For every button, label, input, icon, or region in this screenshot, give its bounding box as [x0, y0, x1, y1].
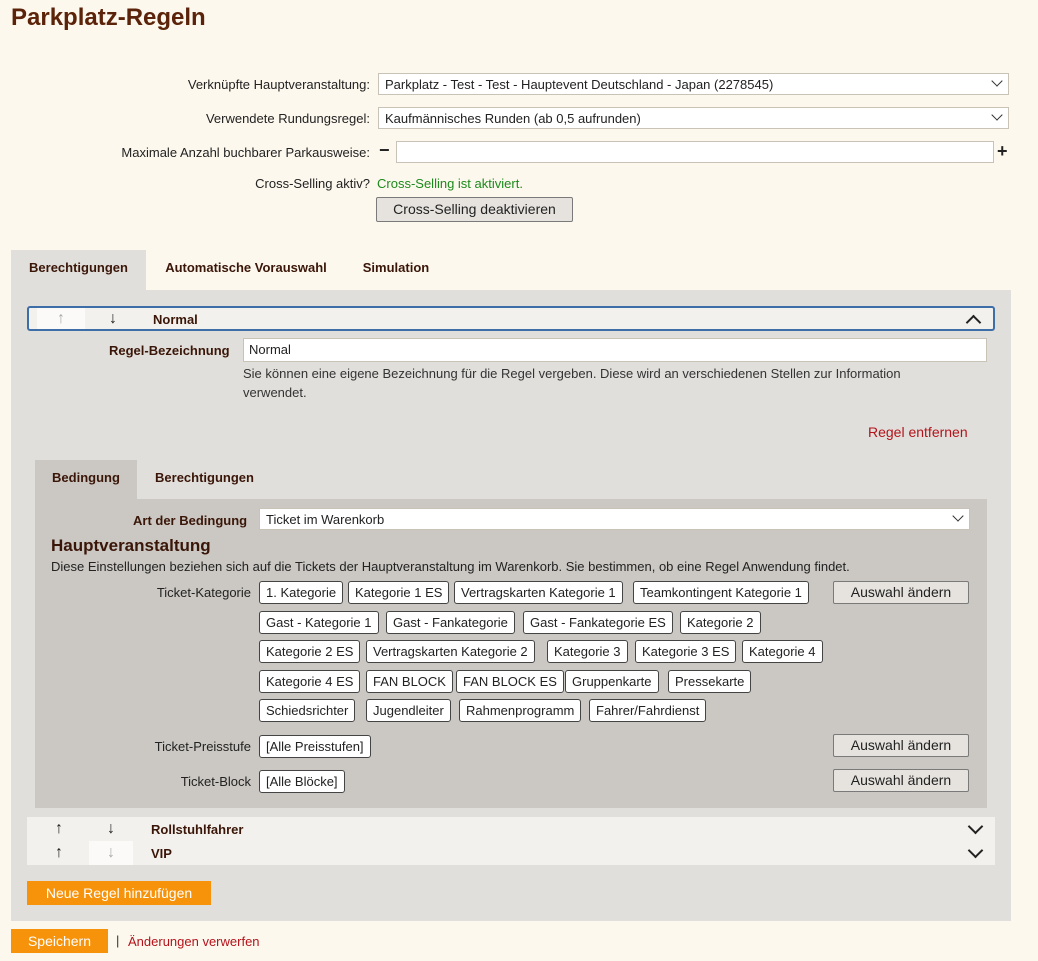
rule-name-input[interactable]: Normal — [243, 338, 987, 362]
category-chip[interactable]: 1. Kategorie — [259, 581, 344, 604]
category-chip[interactable]: Gast - Fankategorie — [386, 611, 515, 634]
category-chip[interactable]: Kategorie 4 ES — [259, 670, 361, 693]
section-description: Diese Einstellungen beziehen sich auf di… — [51, 559, 850, 574]
category-chip[interactable]: FAN BLOCK — [366, 670, 453, 693]
arrow-down-icon: ↓ — [89, 841, 133, 865]
rule-header-rollstuhlfahrer[interactable]: ↑ ↓ Rollstuhlfahrer — [27, 817, 995, 841]
tab-automatische-vorauswahl[interactable]: Automatische Vorauswahl — [146, 250, 346, 290]
category-chip[interactable]: Jugendleiter — [366, 699, 451, 722]
cross-selling-label: Cross-Selling aktiv? — [255, 176, 370, 191]
plus-icon[interactable]: + — [997, 141, 1008, 162]
change-block-button[interactable]: Auswahl ändern — [833, 769, 969, 792]
main-event-select[interactable]: Parkplatz - Test - Test - Hauptevent Deu… — [378, 73, 1009, 95]
rounding-row: Verwendete Rundungsregel: Kaufmännisches… — [0, 107, 1038, 131]
category-chip[interactable]: Gruppenkarte — [565, 670, 659, 693]
rule-name-label: Regel-Bezeichnung — [109, 343, 230, 358]
rule-header-normal[interactable]: ↑ ↓ Normal — [27, 306, 995, 331]
category-chip[interactable]: Kategorie 2 ES — [259, 640, 361, 663]
category-chip[interactable]: Fahrer/Fahrdienst — [589, 699, 707, 722]
category-chip[interactable]: Vertragskarten Kategorie 2 — [366, 640, 535, 663]
category-chip[interactable]: Kategorie 3 — [547, 640, 628, 663]
minus-icon[interactable]: − — [379, 140, 390, 161]
block-chip[interactable]: [Alle Blöcke] — [259, 770, 345, 793]
save-button[interactable]: Speichern — [11, 929, 108, 953]
chevron-down-icon[interactable] — [967, 818, 984, 835]
block-label: Ticket-Block — [180, 774, 251, 789]
condition-type-label: Art der Bedingung — [133, 513, 248, 528]
category-chip[interactable]: Schiedsrichter — [259, 699, 356, 722]
action-separator: | — [116, 933, 120, 948]
change-price-button[interactable]: Auswahl ändern — [833, 734, 969, 757]
discard-changes-link[interactable]: Änderungen verwerfen — [128, 934, 260, 949]
rounding-label: Verwendete Rundungsregel: — [205, 111, 370, 126]
tab-berechtigungen-sub[interactable]: Berechtigungen — [137, 460, 272, 499]
page-title: Parkplatz-Regeln — [11, 4, 206, 31]
arrow-up-icon: ↑ — [37, 308, 85, 329]
tab-berechtigungen[interactable]: Berechtigungen — [11, 250, 146, 290]
condition-panel: Art der Bedingung Ticket im Warenkorb Ha… — [35, 499, 987, 808]
cross-selling-status: Cross-Selling ist aktiviert. — [377, 176, 523, 191]
arrow-up-icon[interactable]: ↑ — [37, 817, 81, 841]
arrow-down-icon[interactable]: ↓ — [91, 308, 135, 329]
max-count-label: Maximale Anzahl buchbarer Parkausweise: — [121, 145, 370, 160]
max-count-row: Maximale Anzahl buchbarer Parkausweise: … — [0, 140, 1038, 165]
category-chip[interactable]: Gast - Fankategorie ES — [523, 611, 673, 634]
price-label: Ticket-Preisstufe — [154, 739, 251, 754]
main-event-row: Verknüpfte Hauptveranstaltung: Parkplatz… — [0, 73, 1038, 97]
condition-type-select[interactable]: Ticket im Warenkorb — [259, 508, 970, 530]
arrow-up-icon[interactable]: ↑ — [37, 841, 81, 865]
rule-name: Rollstuhlfahrer — [151, 822, 244, 837]
tab-bedingung[interactable]: Bedingung — [35, 460, 137, 499]
section-title: Hauptveranstaltung — [51, 536, 211, 555]
chevron-down-icon[interactable] — [967, 842, 984, 859]
arrow-down-icon[interactable]: ↓ — [89, 817, 133, 841]
rule-name: VIP — [151, 846, 172, 861]
chevron-down-icon — [991, 109, 1003, 121]
remove-rule-link[interactable]: Regel entfernen — [868, 424, 968, 440]
cross-selling-row: Cross-Selling aktiv? Cross-Selling ist a… — [0, 172, 1038, 196]
category-chip[interactable]: Gast - Kategorie 1 — [259, 611, 379, 634]
category-chip[interactable]: Vertragskarten Kategorie 1 — [454, 581, 623, 604]
main-event-value: Parkplatz - Test - Test - Hauptevent Deu… — [385, 77, 774, 92]
max-count-input[interactable] — [396, 141, 994, 163]
category-chip[interactable]: Kategorie 1 ES — [348, 581, 450, 604]
category-chip[interactable]: Kategorie 3 ES — [635, 640, 737, 663]
category-chip[interactable]: Kategorie 4 — [742, 640, 823, 663]
price-chip[interactable]: [Alle Preisstufen] — [259, 735, 371, 758]
main-event-label: Verknüpfte Hauptveranstaltung: — [187, 77, 370, 92]
tab-simulation[interactable]: Simulation — [346, 250, 446, 290]
category-chip[interactable]: Kategorie 2 — [680, 611, 761, 634]
chevron-up-icon[interactable] — [965, 314, 982, 331]
rule-name: Normal — [153, 312, 198, 327]
category-chip[interactable]: Teamkontingent Kategorie 1 — [633, 581, 809, 604]
change-category-button[interactable]: Auswahl ändern — [833, 581, 969, 604]
category-chip[interactable]: FAN BLOCK ES — [456, 670, 564, 693]
condition-type-value: Ticket im Warenkorb — [266, 512, 385, 527]
rounding-select[interactable]: Kaufmännisches Runden (ab 0,5 aufrunden) — [378, 107, 1009, 129]
add-rule-button[interactable]: Neue Regel hinzufügen — [27, 881, 211, 905]
rules-panel: ↑ ↓ Normal Regel-Bezeichnung Normal Sie … — [11, 290, 1011, 921]
rule-header-vip[interactable]: ↑ ↓ VIP — [27, 841, 995, 865]
category-chip[interactable]: Rahmenprogramm — [459, 699, 582, 722]
cross-selling-toggle-button[interactable]: Cross-Selling deaktivieren — [376, 197, 573, 222]
category-chip[interactable]: Pressekarte — [668, 670, 752, 693]
chevron-down-icon — [952, 510, 964, 522]
chevron-down-icon — [991, 75, 1003, 87]
rounding-value: Kaufmännisches Runden (ab 0,5 aufrunden) — [385, 111, 641, 126]
rule-name-hint: Sie können eine eigene Bezeichnung für d… — [243, 366, 901, 400]
category-label: Ticket-Kategorie — [156, 585, 251, 600]
